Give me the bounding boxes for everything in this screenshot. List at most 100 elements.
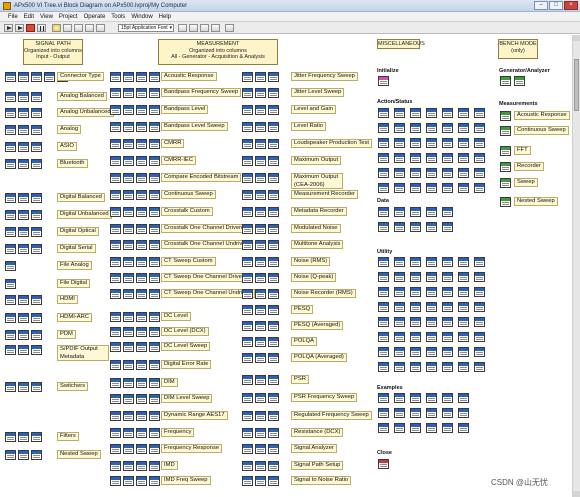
- measurement-vi-icon[interactable]: [242, 305, 253, 315]
- example-vi-icon[interactable]: [442, 393, 453, 403]
- measurement-vi-icon[interactable]: [149, 190, 160, 200]
- measurement-vi-icon[interactable]: [242, 139, 253, 149]
- measurement-vi-icon[interactable]: [136, 476, 147, 486]
- utility-vi-icon[interactable]: [394, 302, 405, 312]
- signal-path-vi-icon[interactable]: [5, 382, 16, 392]
- signal-path-vi-icon[interactable]: [5, 193, 16, 203]
- action-status-vi-icon[interactable]: [410, 168, 421, 178]
- measurement-vi-icon[interactable]: [268, 353, 279, 363]
- measurement-vi-icon[interactable]: [136, 72, 147, 82]
- measurement-vi-icon[interactable]: [268, 156, 279, 166]
- measurement-vi-icon[interactable]: [242, 190, 253, 200]
- measurement-vi-icon[interactable]: [136, 122, 147, 132]
- data-vi-icon[interactable]: [442, 207, 453, 217]
- measurement-vi-icon[interactable]: [136, 394, 147, 404]
- close-button[interactable]: ×: [564, 1, 578, 10]
- action-status-vi-icon[interactable]: [426, 123, 437, 133]
- measurement-vi-icon[interactable]: [242, 476, 253, 486]
- measurement-vi-icon[interactable]: [110, 240, 121, 250]
- abort-icon[interactable]: [26, 24, 35, 32]
- measurement-vi-icon[interactable]: [136, 257, 147, 267]
- signal-path-vi-icon[interactable]: [31, 330, 42, 340]
- measurement-vi-icon[interactable]: [255, 393, 266, 403]
- measurement-vi-icon[interactable]: [110, 105, 121, 115]
- measurement-vi-icon[interactable]: [268, 411, 279, 421]
- utility-vi-icon[interactable]: [410, 287, 421, 297]
- utility-vi-icon[interactable]: [458, 332, 469, 342]
- example-vi-icon[interactable]: [426, 423, 437, 433]
- measurement-vi-icon[interactable]: [242, 88, 253, 98]
- action-status-vi-icon[interactable]: [410, 183, 421, 193]
- action-status-vi-icon[interactable]: [474, 168, 485, 178]
- signal-path-vi-icon[interactable]: [18, 330, 29, 340]
- measurement-vi-icon[interactable]: [149, 312, 160, 322]
- measurement-vi-icon[interactable]: [255, 321, 266, 331]
- signal-path-vi-icon[interactable]: [5, 313, 16, 323]
- measurement-vi-icon[interactable]: [110, 139, 121, 149]
- action-status-vi-icon[interactable]: [458, 168, 469, 178]
- measurement-vi-icon[interactable]: [242, 257, 253, 267]
- measurement-vi-icon[interactable]: [242, 207, 253, 217]
- measurement-vi-icon[interactable]: [123, 224, 134, 234]
- action-status-vi-icon[interactable]: [378, 168, 389, 178]
- example-vi-icon[interactable]: [378, 408, 389, 418]
- action-status-vi-icon[interactable]: [378, 123, 389, 133]
- measurement-vi-icon[interactable]: [242, 461, 253, 471]
- utility-vi-icon[interactable]: [442, 272, 453, 282]
- action-status-vi-icon[interactable]: [378, 183, 389, 193]
- signal-path-vi-icon[interactable]: [31, 227, 42, 237]
- measurement-vi-icon[interactable]: [242, 444, 253, 454]
- utility-vi-icon[interactable]: [442, 347, 453, 357]
- signal-path-vi-icon[interactable]: [18, 92, 29, 102]
- action-status-vi-icon[interactable]: [394, 153, 405, 163]
- action-status-vi-icon[interactable]: [458, 108, 469, 118]
- example-vi-icon[interactable]: [410, 423, 421, 433]
- measurement-vi-icon[interactable]: [149, 428, 160, 438]
- measurement-vi-icon[interactable]: [255, 444, 266, 454]
- measurement-vi-icon[interactable]: [123, 190, 134, 200]
- utility-vi-icon[interactable]: [426, 332, 437, 342]
- measurement-vi-icon[interactable]: [110, 476, 121, 486]
- measurement-vi-icon[interactable]: [242, 289, 253, 299]
- action-status-vi-icon[interactable]: [474, 108, 485, 118]
- generator-analyzer-vi-icon[interactable]: [500, 76, 511, 86]
- measurement-vi-icon[interactable]: [136, 240, 147, 250]
- measurement-vi-icon[interactable]: [123, 428, 134, 438]
- utility-vi-icon[interactable]: [426, 257, 437, 267]
- measurement-vi-icon[interactable]: [255, 207, 266, 217]
- initialize-vi-icon[interactable]: [378, 76, 389, 86]
- measurement-vi-icon[interactable]: [123, 257, 134, 267]
- measurement-vi-icon[interactable]: [123, 207, 134, 217]
- utility-vi-icon[interactable]: [474, 317, 485, 327]
- signal-path-vi-icon[interactable]: [5, 72, 16, 82]
- measurement-vi-icon[interactable]: [268, 72, 279, 82]
- measurement-vi-icon[interactable]: [149, 444, 160, 454]
- measurement-vi-icon[interactable]: [268, 305, 279, 315]
- measurement-vi-icon[interactable]: [149, 122, 160, 132]
- measurement-vi-icon[interactable]: [255, 375, 266, 385]
- measurement-vi-icon[interactable]: [149, 207, 160, 217]
- signal-path-vi-icon[interactable]: [18, 313, 29, 323]
- action-status-vi-icon[interactable]: [410, 153, 421, 163]
- measurement-vi-icon[interactable]: [136, 461, 147, 471]
- signal-path-vi-icon[interactable]: [18, 295, 29, 305]
- signal-path-vi-icon[interactable]: [31, 125, 42, 135]
- data-vi-icon[interactable]: [378, 207, 389, 217]
- measurement-vi-icon[interactable]: [123, 461, 134, 471]
- measurement-vi-icon[interactable]: [123, 360, 134, 370]
- measurement-vi-icon[interactable]: [136, 312, 147, 322]
- generator-analyzer-vi-icon[interactable]: [514, 76, 525, 86]
- scroll-down-arrow-icon[interactable]: [573, 491, 580, 497]
- example-vi-icon[interactable]: [410, 393, 421, 403]
- utility-vi-icon[interactable]: [426, 287, 437, 297]
- action-status-vi-icon[interactable]: [394, 183, 405, 193]
- measurement-vi-icon[interactable]: [136, 139, 147, 149]
- measurement-vi-icon[interactable]: [123, 327, 134, 337]
- measurement-vi-icon[interactable]: [268, 337, 279, 347]
- signal-path-vi-icon[interactable]: [31, 432, 42, 442]
- utility-vi-icon[interactable]: [474, 257, 485, 267]
- utility-vi-icon[interactable]: [394, 287, 405, 297]
- menu-operate[interactable]: Operate: [82, 12, 108, 21]
- measurement-vi-icon[interactable]: [110, 207, 121, 217]
- measurement-vi-icon[interactable]: [136, 156, 147, 166]
